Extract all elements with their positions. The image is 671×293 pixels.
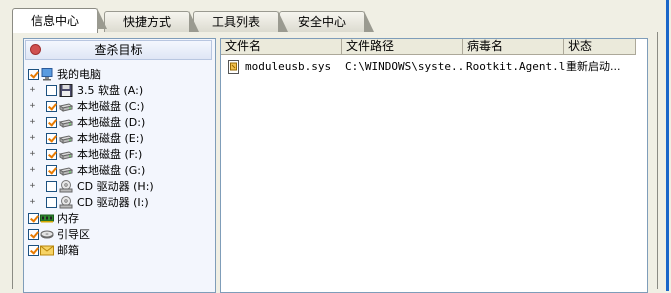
mail-icon bbox=[40, 244, 54, 257]
file-icon bbox=[228, 60, 239, 74]
tab-bar: 安全中心 工具列表 快捷方式 信息中心 bbox=[12, 8, 662, 33]
tree-item-label: 本地磁盘 (E:) bbox=[77, 132, 144, 145]
expand-toggle-icon[interactable]: + bbox=[29, 166, 36, 175]
tree-item-checkbox[interactable] bbox=[46, 149, 57, 160]
tree-item-checkbox[interactable] bbox=[46, 181, 57, 192]
tree-item-label: 引导区 bbox=[57, 228, 90, 241]
tree-item-label: 3.5 软盘 (A:) bbox=[77, 84, 144, 97]
cell-filepath: C:\WINDOWS\syste... bbox=[345, 60, 465, 73]
target-icon bbox=[30, 44, 41, 55]
cell-filename: moduleusb.sys bbox=[245, 60, 332, 73]
column-header-status[interactable]: 状态 bbox=[564, 39, 636, 55]
scan-target-panel: 查杀目标 我的电脑 +3.5 软盘 (A:) + 本地磁盘 (C:) + 本地磁盘 (D:… bbox=[23, 38, 216, 293]
expand-toggle-icon[interactable]: + bbox=[29, 182, 36, 191]
tree-item-checkbox[interactable] bbox=[28, 245, 39, 256]
tab-security-center[interactable]: 安全中心 bbox=[279, 11, 374, 32]
expand-toggle-icon[interactable]: + bbox=[29, 198, 36, 207]
column-header-filename[interactable]: 文件名 bbox=[221, 39, 342, 55]
window-edge bbox=[666, 0, 669, 291]
expand-toggle-icon[interactable]: + bbox=[29, 86, 36, 95]
tree-item-label: 本地磁盘 (G:) bbox=[77, 164, 146, 177]
tab-tools-list[interactable]: 工具列表 bbox=[193, 11, 288, 32]
expand-toggle-icon[interactable]: + bbox=[29, 134, 36, 143]
bootsector-icon bbox=[40, 228, 54, 241]
tree-item-checkbox[interactable] bbox=[46, 133, 57, 144]
tree-item-checkbox[interactable] bbox=[46, 85, 57, 96]
cd-drive-icon bbox=[59, 196, 73, 209]
tree-item-label: CD 驱动器 (H:) bbox=[77, 180, 154, 193]
tree-item-label: 本地磁盘 (F:) bbox=[77, 148, 143, 161]
tree-item-checkbox[interactable] bbox=[46, 165, 57, 176]
cd-drive-icon bbox=[59, 180, 73, 193]
harddisk-icon bbox=[58, 148, 74, 161]
tree-item-checkbox[interactable] bbox=[28, 213, 39, 224]
harddisk-icon bbox=[58, 100, 74, 113]
list-header: 文件名 文件路径 病毒名 状态 bbox=[221, 39, 641, 55]
tree-item-label: 我的电脑 bbox=[57, 68, 101, 81]
tree-item-label: 内存 bbox=[57, 212, 79, 225]
cell-status: 重新启动... bbox=[566, 60, 621, 73]
kill-target-button[interactable]: 查杀目标 bbox=[25, 40, 212, 60]
tree-item-label: 本地磁盘 (C:) bbox=[77, 100, 145, 113]
kill-target-label: 查杀目标 bbox=[94, 43, 143, 57]
tree-item-checkbox[interactable] bbox=[28, 69, 39, 80]
memory-icon bbox=[40, 212, 54, 225]
expand-toggle-icon[interactable]: + bbox=[29, 150, 36, 159]
table-row[interactable]: moduleusb.sys C:\WINDOWS\syste... Rootki… bbox=[221, 59, 641, 75]
tree-item-checkbox[interactable] bbox=[46, 197, 57, 208]
detection-list: 文件名 文件路径 病毒名 状态 moduleusb.sys C:\WINDOWS… bbox=[220, 38, 648, 293]
tree-item-checkbox[interactable] bbox=[28, 229, 39, 240]
tree-item-checkbox[interactable] bbox=[46, 101, 57, 112]
tab-shortcuts[interactable]: 快捷方式 bbox=[104, 11, 199, 32]
tree-item-label: 本地磁盘 (D:) bbox=[77, 116, 146, 129]
computer-icon bbox=[40, 68, 54, 81]
column-header-virus-name[interactable]: 病毒名 bbox=[463, 39, 564, 55]
tree-item-checkbox[interactable] bbox=[46, 117, 57, 128]
cell-virus-name: Rootkit.Agent.lk bbox=[466, 60, 566, 73]
column-header-filepath[interactable]: 文件路径 bbox=[342, 39, 463, 55]
harddisk-icon bbox=[58, 132, 74, 145]
tree-item-label: 邮箱 bbox=[57, 244, 79, 257]
floppy-icon bbox=[59, 84, 73, 97]
expand-toggle-icon[interactable]: + bbox=[29, 102, 36, 111]
harddisk-icon bbox=[58, 164, 74, 177]
expand-toggle-icon[interactable]: + bbox=[29, 118, 36, 127]
tree-item-label: CD 驱动器 (I:) bbox=[77, 196, 149, 209]
harddisk-icon bbox=[58, 116, 74, 129]
tab-info-center[interactable]: 信息中心 bbox=[12, 8, 107, 33]
